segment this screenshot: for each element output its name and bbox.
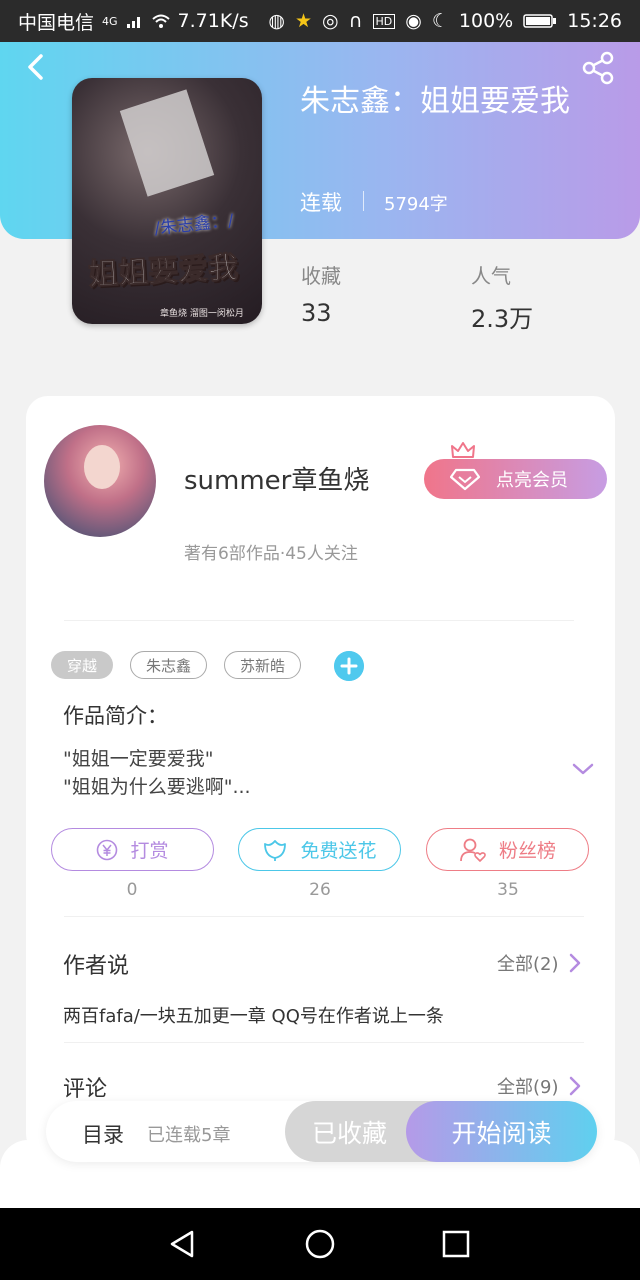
back-icon[interactable] bbox=[20, 50, 54, 84]
author-say-more-link[interactable]: 全部(2) bbox=[497, 950, 581, 976]
avatar-face bbox=[84, 445, 120, 489]
fan-ranking-button[interactable]: 粉丝榜 bbox=[426, 828, 589, 871]
popularity-label: 人气 bbox=[471, 264, 511, 288]
comments-title: 评论 bbox=[63, 1077, 108, 1102]
carrier-label: 中国电信 bbox=[18, 11, 95, 34]
book-status: 连载 bbox=[300, 191, 342, 215]
avatar[interactable] bbox=[44, 425, 156, 537]
author-note: 两百fafa/一块五加更一章 QQ号在作者说上一条 bbox=[63, 1006, 444, 1027]
flower-count: 26 bbox=[309, 880, 331, 900]
book-cover[interactable]: /朱志鑫：/ 姐姐要爱我 章鱼烧 溜图一闵松月 bbox=[72, 78, 262, 324]
headphones-icon: ∩ bbox=[348, 10, 363, 32]
favorites-value: 33 bbox=[301, 299, 332, 327]
add-tag-icon[interactable] bbox=[334, 651, 364, 681]
tag-chip[interactable]: 穿越 bbox=[51, 651, 113, 679]
cover-credit: 章鱼烧 溜图一闵松月 bbox=[160, 309, 244, 319]
recents-square-icon[interactable] bbox=[440, 1228, 472, 1260]
intro-line: "姐姐一定要爱我" bbox=[63, 748, 214, 770]
network-label: 4G bbox=[102, 14, 118, 28]
cover-title: 姐姐要爱我 bbox=[87, 250, 240, 294]
tag-chip[interactable]: 朱志鑫 bbox=[130, 651, 207, 679]
comments-more-label: 全部(9) bbox=[497, 1077, 559, 1098]
cover-paper-shape bbox=[119, 89, 215, 197]
divider bbox=[64, 1042, 584, 1043]
intro-title: 作品简介： bbox=[63, 704, 168, 728]
send-flower-button[interactable]: 免费送花 bbox=[238, 828, 401, 871]
flower-icon bbox=[264, 839, 287, 861]
author-meta: 著有6部作品·45人关注 bbox=[184, 544, 358, 564]
crown-icon bbox=[451, 442, 475, 458]
home-circle-icon[interactable] bbox=[304, 1228, 336, 1260]
book-title: 朱志鑫：姐姐要爱我 bbox=[300, 84, 570, 119]
fan-ranking-label: 粉丝榜 bbox=[498, 840, 556, 862]
divider bbox=[64, 620, 574, 621]
chevron-right-icon bbox=[569, 953, 580, 973]
hd-icon: HD bbox=[372, 13, 396, 29]
cover-subtitle: /朱志鑫：/ bbox=[153, 210, 235, 240]
back-triangle-icon[interactable] bbox=[167, 1228, 199, 1260]
table-of-contents-button[interactable]: 目录 bbox=[82, 1119, 124, 1149]
comments-more-link[interactable]: 全部(9) bbox=[497, 1073, 581, 1099]
moon-icon: ☾ bbox=[431, 10, 449, 32]
globe-icon: ◍ bbox=[268, 10, 285, 32]
reward-button[interactable]: 打赏 bbox=[51, 828, 214, 871]
tag-chip[interactable]: 苏新皓 bbox=[224, 651, 301, 679]
time-label: 15:26 bbox=[567, 10, 622, 32]
wifi-icon bbox=[151, 14, 170, 28]
user-heart-icon bbox=[460, 838, 486, 862]
divider bbox=[64, 916, 584, 917]
status-bar: 中国电信 4G 7.71K/s ◍ ★ ◎ ∩ HD ◉ ☾ 100% 15:2… bbox=[0, 0, 640, 42]
author-name[interactable]: summer章鱼烧 bbox=[184, 460, 369, 497]
favorites-label: 收藏 bbox=[301, 264, 341, 288]
chevron-down-icon[interactable] bbox=[571, 760, 595, 778]
speed-label: 7.71K/s bbox=[177, 10, 249, 32]
browser-icon: ◎ bbox=[322, 10, 339, 32]
diamond-icon bbox=[450, 468, 480, 491]
chapters-count: 已连载5章 bbox=[147, 1125, 231, 1146]
fan-count: 35 bbox=[497, 880, 519, 900]
start-reading-button[interactable]: 开始阅读 bbox=[406, 1101, 597, 1162]
author-say-title: 作者说 bbox=[63, 954, 130, 979]
chevron-right-icon bbox=[569, 1076, 580, 1096]
battery-icon bbox=[523, 14, 557, 28]
yuan-coin-icon bbox=[97, 839, 118, 860]
eye-icon: ◉ bbox=[405, 10, 422, 32]
author-say-more-label: 全部(2) bbox=[497, 954, 559, 975]
reward-count: 0 bbox=[126, 880, 138, 900]
intro-line: "姐姐为什么要逃啊"... bbox=[63, 776, 251, 798]
signal-icon bbox=[126, 17, 140, 28]
vip-button-label: 点亮会员 bbox=[496, 470, 568, 491]
status-divider bbox=[363, 191, 364, 211]
send-flower-label: 免费送花 bbox=[300, 840, 377, 862]
battery-label: 100% bbox=[458, 10, 514, 32]
popularity-value: 2.3万 bbox=[471, 305, 534, 333]
word-count: 5794字 bbox=[384, 194, 448, 215]
reward-label: 打赏 bbox=[130, 840, 169, 862]
star-icon: ★ bbox=[294, 10, 312, 32]
